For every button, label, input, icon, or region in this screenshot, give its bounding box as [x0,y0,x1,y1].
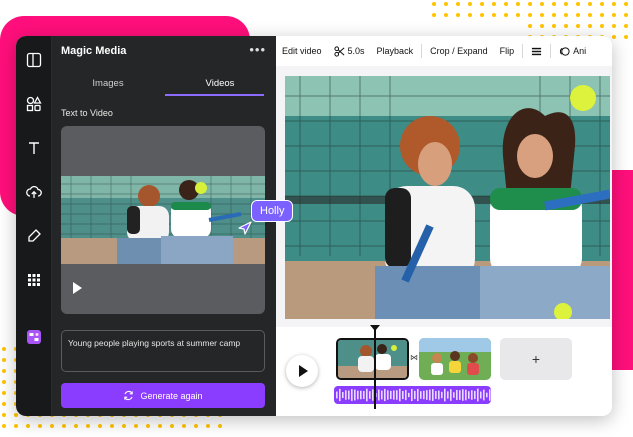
upload-icon[interactable] [22,180,46,204]
refresh-icon [124,390,134,401]
animate-icon [560,46,570,56]
timeline-clip[interactable] [336,338,409,380]
timeline-clip[interactable] [419,338,491,380]
generate-again-button[interactable]: Generate again [61,383,265,408]
toolbar-divider [421,44,423,58]
layout-icon[interactable] [22,48,46,72]
duration-label: 5.0s [347,46,365,56]
line-spacing-button[interactable] [525,46,548,57]
editor-toolbar: Edit video 5.0s Playback Crop / Expand F… [276,36,612,66]
app-window: Magic Media ••• Images Videos Text to Vi… [16,36,612,416]
audio-waveform [336,388,491,402]
tab-images[interactable]: Images [52,68,164,98]
lines-icon [532,47,542,55]
preview-play-icon[interactable] [73,282,82,294]
section-label: Text to Video [61,108,113,118]
preview-thumbnail [61,176,265,264]
transition-icon[interactable]: ⋈ [410,353,419,363]
generate-again-label: Generate again [140,390,203,401]
timeline: ⋈ + [276,325,612,416]
active-tab-indicator [165,94,264,96]
toolbar-divider [522,44,524,58]
video-canvas[interactable] [285,76,610,319]
playhead[interactable] [374,329,376,409]
side-rail [16,36,52,416]
edit-video-button[interactable]: Edit video [276,46,328,56]
collaborator-cursor-icon [238,221,252,235]
video-preview[interactable] [61,126,265,314]
animate-label: Ani [573,46,587,56]
prompt-input[interactable]: Young people playing sports at summer ca… [61,330,265,372]
flip-button[interactable]: Flip [494,46,521,56]
clip-thumbnail [338,340,407,378]
clip-thumbnail [419,338,491,380]
playback-button[interactable]: Playback [371,46,420,56]
toolbar-divider [550,44,552,58]
crop-expand-button[interactable]: Crop / Expand [424,46,494,56]
draw-icon[interactable] [22,224,46,248]
play-icon [298,365,308,377]
scissors-icon [333,45,344,57]
text-icon[interactable] [22,136,46,160]
play-button[interactable] [286,355,318,387]
panel-title: Magic Media [61,45,127,57]
elements-icon[interactable] [22,92,46,116]
magic-media-icon[interactable] [22,325,46,349]
trim-button[interactable]: 5.0s [328,45,371,57]
marketing-stage: Magic Media ••• Images Videos Text to Vi… [0,0,633,437]
more-options-icon[interactable]: ••• [249,42,266,57]
apps-icon[interactable] [22,268,46,292]
audio-track[interactable] [334,386,491,404]
decorative-dots-top [432,0,632,40]
animate-button[interactable]: Ani [553,46,592,57]
collaborator-name-tag: Holly [251,200,294,222]
add-clip-button[interactable]: + [500,338,572,380]
video-editor: Edit video 5.0s Playback Crop / Expand F… [276,36,612,416]
